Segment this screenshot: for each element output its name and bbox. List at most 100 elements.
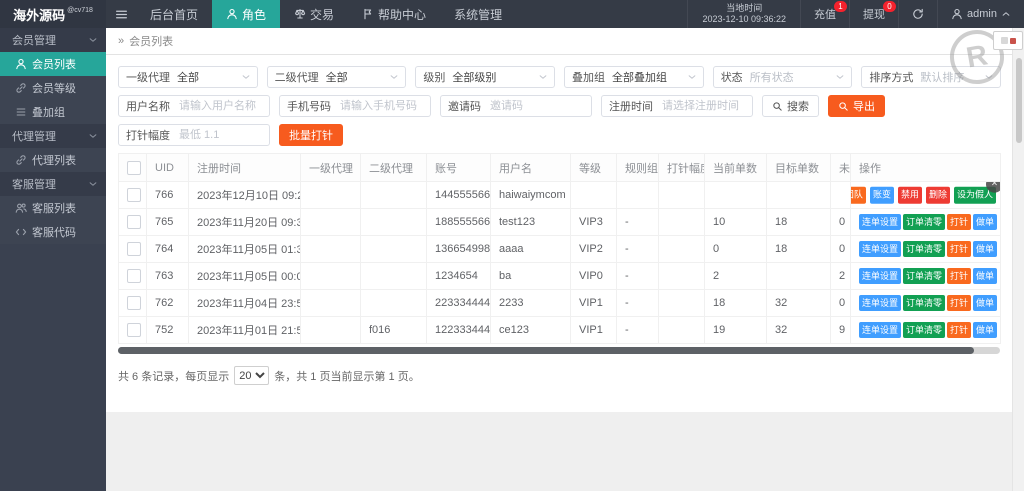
action-button[interactable]: 连单设置 (859, 213, 902, 231)
row-checkbox[interactable] (127, 242, 141, 256)
row-checkbox[interactable] (127, 188, 141, 202)
cell-current_orders: 10 (704, 208, 767, 236)
export-button[interactable]: 导出 (828, 95, 885, 117)
username-input[interactable] (177, 99, 263, 113)
row-checkbox[interactable] (127, 215, 141, 229)
action-button[interactable]: 做单 (973, 321, 998, 339)
export-search-icon (838, 101, 849, 112)
vertical-scrollbar-thumb[interactable] (1016, 58, 1022, 143)
sidebar-item-agent-management[interactable]: 代理管理 (0, 124, 106, 148)
more-actions-button[interactable]: ... (999, 244, 1000, 255)
refresh-button[interactable] (899, 0, 939, 28)
sidebar-item-agent-list[interactable]: 代理列表 (0, 148, 106, 172)
more-actions-button[interactable]: ... (999, 217, 1000, 228)
tab-system[interactable]: 系统管理 (440, 0, 516, 28)
corner-widget[interactable] (993, 31, 1023, 50)
filter-row-selects: 一级代理 全部 二级代理 全部 级别 全部级别 叠加组 全部叠加组 状态 所有状态 排序方式 默认排序 (118, 66, 1002, 88)
action-button[interactable]: 做单 (973, 294, 998, 312)
tab-trade[interactable]: 交易 (280, 0, 348, 28)
action-button[interactable]: 打针 (947, 267, 972, 285)
recharge-button[interactable]: 充值 1 (801, 0, 851, 28)
per-page-select[interactable]: 20 (234, 366, 270, 385)
sidebar-item-member-list[interactable]: 会员列表 (0, 52, 106, 76)
cell-rule_group: - (616, 316, 659, 344)
cell-username: ce123 (490, 316, 571, 344)
status-select[interactable]: 状态 所有状态 (712, 66, 853, 88)
action-button[interactable]: 连单设置 (859, 267, 902, 285)
row-checkbox[interactable] (127, 323, 141, 337)
horizontal-scrollbar-thumb[interactable] (118, 347, 974, 354)
cell-level: VIP1 (570, 289, 617, 317)
row-checkbox[interactable] (127, 269, 141, 283)
tab-help[interactable]: 帮助中心 (348, 0, 440, 28)
invite-input[interactable] (488, 99, 585, 113)
tab-home[interactable]: 后台首页 (136, 0, 212, 28)
chevron-down-icon (88, 35, 98, 45)
inject-input[interactable] (177, 128, 263, 142)
level-select[interactable]: 级别 全部级别 (415, 66, 556, 88)
sidebar-item-stack-group[interactable]: 叠加组 (0, 100, 106, 124)
action-button[interactable]: 连单设置 (859, 321, 902, 339)
sort-select[interactable]: 排序方式 默认排序 (861, 66, 1002, 88)
sidebar-toggle-button[interactable] (106, 0, 136, 28)
sidebar-item-service-management[interactable]: 客服管理 (0, 172, 106, 196)
filter-value: 默认排序 (920, 72, 965, 84)
action-button[interactable]: 禁用 (897, 186, 922, 204)
horizontal-scrollbar[interactable] (118, 347, 1000, 354)
sidebar-item-service-list[interactable]: 客服列表 (0, 196, 106, 220)
cell-amplitude (658, 316, 705, 344)
more-actions-button[interactable]: ... (999, 325, 1000, 336)
cell-agent1 (300, 316, 361, 344)
agent1-select[interactable]: 一级代理 全部 (118, 66, 258, 88)
action-button[interactable]: 订单清零 (903, 213, 946, 231)
tab-role[interactable]: 角色 (212, 0, 281, 28)
action-button[interactable]: 查看团队 (851, 186, 866, 204)
action-button[interactable]: 连单设置 (859, 240, 902, 258)
withdraw-button[interactable]: 提现 0 (850, 0, 900, 28)
batch-inject-button[interactable]: 批量打针 (279, 124, 343, 146)
cell-time: 2023年11月04日 23:50:30 (188, 289, 301, 317)
agent2-select[interactable]: 二级代理 全部 (266, 66, 407, 88)
table-header-row: UID注册时间一级代理二级代理账号用户名等级规则组打针幅度当前单数目标单数未完成… (118, 153, 1001, 182)
select-all-checkbox[interactable] (127, 160, 141, 175)
action-button[interactable]: 做单 (973, 240, 998, 258)
action-button[interactable]: 做单 (973, 267, 998, 285)
phone-input[interactable] (338, 99, 424, 113)
action-button[interactable]: 账变 (869, 186, 894, 204)
action-button[interactable]: 连单设置 (859, 294, 902, 312)
vertical-scrollbar[interactable] (1012, 28, 1024, 491)
action-button[interactable]: 打针 (947, 321, 972, 339)
cell-actions: 连单设置订单清零打针做单等级余额编辑银行卡信息地址信息查看团队账变禁用删除设为假… (850, 181, 1001, 209)
member-table: UID注册时间一级代理二级代理账号用户名等级规则组打针幅度当前单数目标单数未完成… (118, 153, 1001, 344)
sidebar-item-member-level[interactable]: 会员等级 (0, 76, 106, 100)
more-actions-button[interactable]: ... (999, 298, 1000, 309)
column-header: 等级 (570, 153, 617, 182)
action-button[interactable]: 打针 (947, 294, 972, 312)
action-button[interactable]: 做单 (973, 213, 998, 231)
inject-amplitude-box: 打针幅度 (118, 124, 270, 146)
row-checkbox[interactable] (127, 296, 141, 310)
sidebar-item-service-code[interactable]: 客服代码 (0, 220, 106, 244)
action-button[interactable]: 订单清零 (903, 267, 946, 285)
action-button[interactable]: 订单清零 (903, 321, 946, 339)
flag-icon (362, 8, 374, 20)
cell-username: 2233 (490, 289, 571, 317)
action-button[interactable]: 打针 (947, 213, 972, 231)
regtime-input[interactable] (660, 99, 746, 113)
column-header: UID (146, 153, 189, 182)
chevron-up-icon (1001, 9, 1011, 19)
sidebar-item-member-management[interactable]: 会员管理 (0, 28, 106, 52)
action-button[interactable]: 打针 (947, 240, 972, 258)
local-time-label: 当地时间 (726, 2, 763, 13)
admin-menu[interactable]: admin (938, 0, 1024, 28)
column-header: 目标单数 (766, 153, 831, 182)
action-button[interactable]: 订单清零 (903, 240, 946, 258)
app-logo: 海外源码 @cv718 (0, 0, 106, 28)
stack-select[interactable]: 叠加组 全部叠加组 (564, 66, 704, 88)
more-actions-button[interactable]: ... (999, 271, 1000, 282)
action-button[interactable]: 订单清零 (903, 294, 946, 312)
cell-unfinished (830, 181, 851, 209)
search-button-label: 搜索 (787, 101, 809, 113)
action-button[interactable]: 删除 (925, 186, 950, 204)
search-button[interactable]: 搜索 (762, 95, 819, 117)
